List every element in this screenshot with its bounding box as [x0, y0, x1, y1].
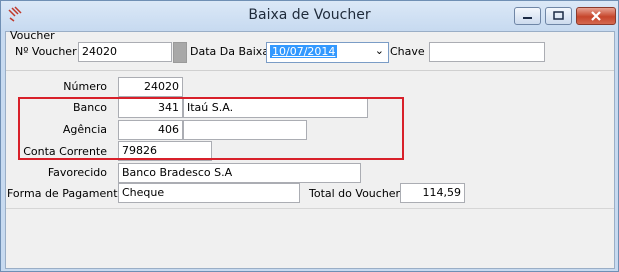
- highlight-box: [18, 97, 404, 160]
- favorecido-input[interactable]: Banco Bradesco S.A: [118, 163, 361, 183]
- key-input[interactable]: [429, 42, 545, 62]
- total-voucher-input[interactable]: 114,59: [400, 183, 465, 203]
- bottom-divider: [6, 208, 614, 209]
- payoff-date-picker[interactable]: 10/07/2014 ⌄: [266, 42, 389, 63]
- minimize-icon: [523, 17, 532, 19]
- voucher-number-label: Nº Voucher: [15, 45, 77, 58]
- close-icon: [591, 11, 601, 21]
- forma-pagamento-input[interactable]: Cheque: [118, 183, 300, 203]
- maximize-button[interactable]: [545, 7, 572, 25]
- favorecido-label: Favorecido: [47, 166, 107, 179]
- payoff-date-value: 10/07/2014: [270, 45, 338, 58]
- window: Baixa de Voucher Voucher Nº Voucher 2402…: [0, 0, 619, 272]
- key-label: Chave :: [390, 45, 432, 58]
- title-bar[interactable]: Baixa de Voucher: [1, 1, 618, 31]
- group-divider: [6, 70, 614, 71]
- voucher-lookup-button[interactable]: [173, 42, 187, 63]
- close-button[interactable]: [576, 7, 616, 25]
- chevron-down-icon[interactable]: ⌄: [375, 44, 384, 57]
- voucher-number-input[interactable]: 24020: [78, 42, 172, 62]
- total-voucher-label: Total do Voucher: [309, 187, 401, 200]
- maximize-icon: [553, 11, 564, 20]
- payoff-date-label: Data Da Baixa :: [190, 45, 277, 58]
- numero-label: Número: [63, 80, 107, 93]
- minimize-button[interactable]: [514, 7, 541, 25]
- numero-input[interactable]: 24020: [118, 77, 183, 97]
- form-client-area: Voucher Nº Voucher 24020 Data Da Baixa :…: [5, 29, 615, 269]
- voucher-group-legend: Voucher: [10, 29, 55, 42]
- forma-pagamento-label: Forma de Pagamento: [7, 187, 125, 200]
